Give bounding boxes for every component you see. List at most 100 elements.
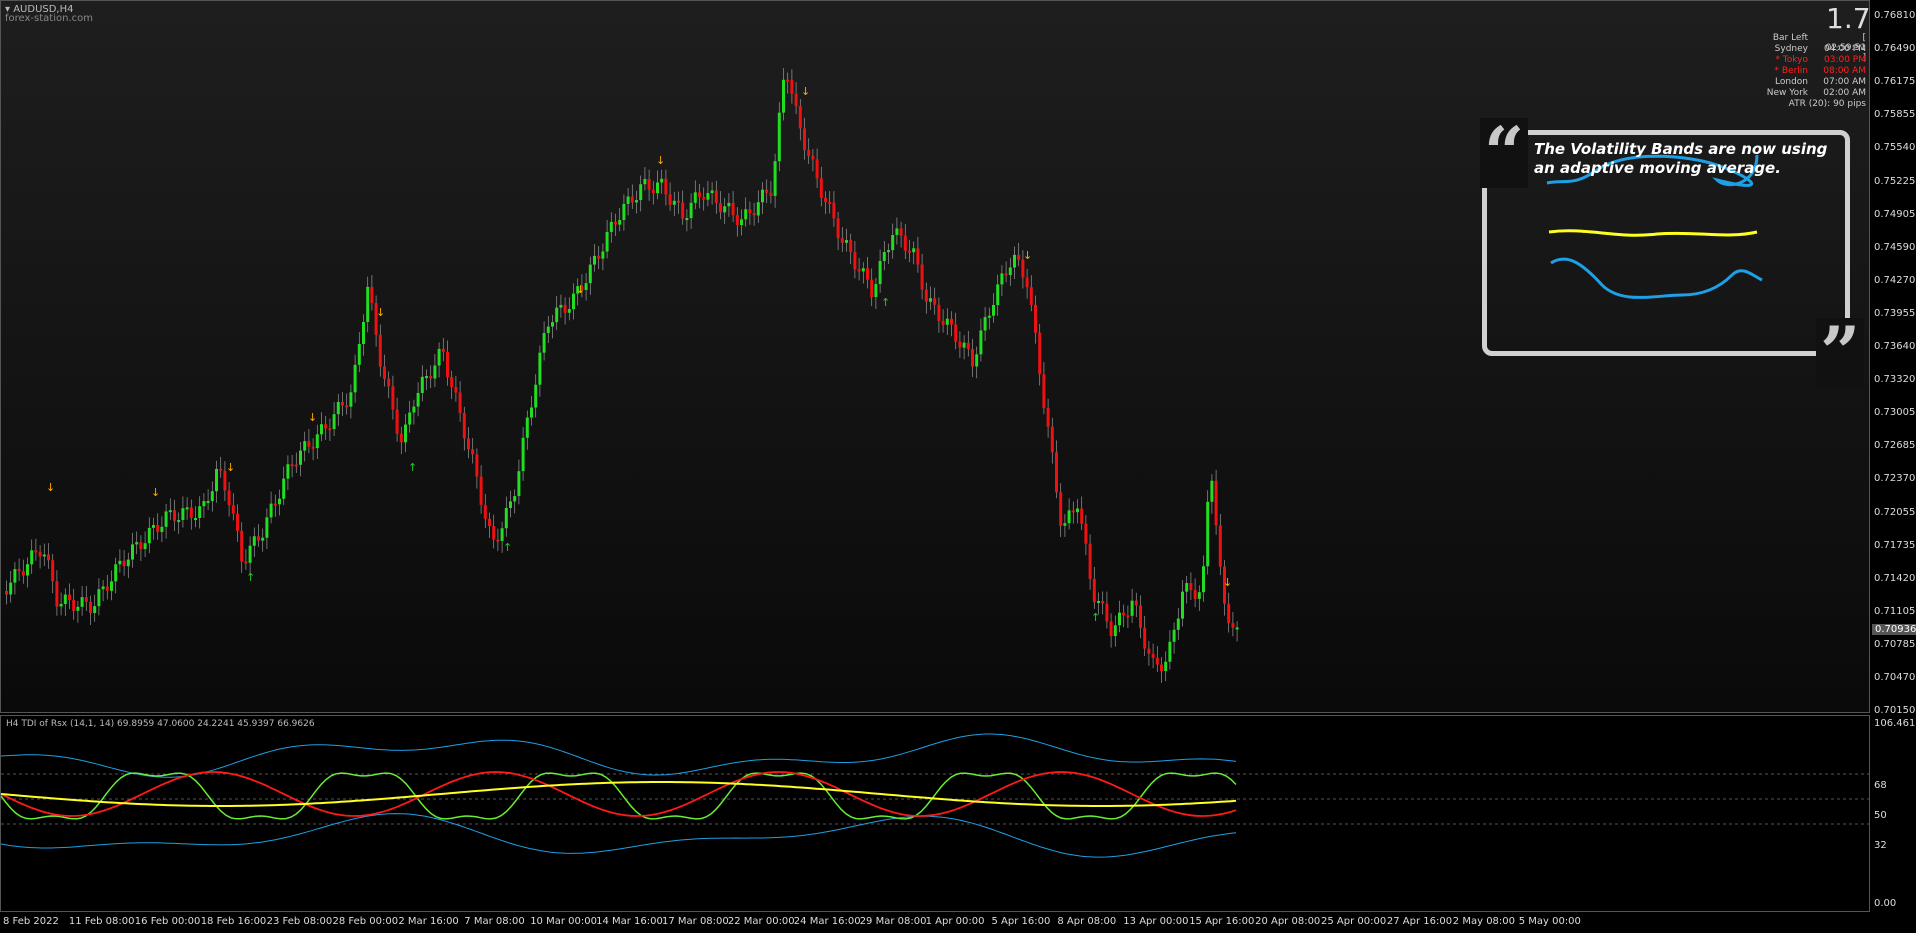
candle-body [945, 318, 949, 325]
watermark: forex-station.com [5, 13, 93, 24]
candle-body [458, 392, 462, 413]
candle-body [920, 264, 924, 290]
candle-body [496, 539, 500, 542]
candle-body [147, 527, 151, 544]
candle-body [656, 182, 659, 194]
candle-body [286, 464, 290, 479]
candle-body [416, 392, 420, 407]
candle-body [97, 589, 101, 607]
candle-body [1097, 600, 1100, 603]
candle-body [870, 279, 874, 298]
candle-body [412, 406, 416, 413]
candle-body [17, 569, 21, 572]
time-tick: 22 Mar 00:00 [727, 916, 795, 927]
candle-body [198, 506, 202, 518]
candle-body [114, 564, 118, 582]
candle-body [593, 255, 596, 265]
candle-body [1206, 501, 1210, 567]
candle-body [1139, 605, 1142, 628]
candle-body [903, 235, 907, 251]
candle-body [777, 112, 781, 162]
price-tick: 0.74590 [1874, 241, 1916, 253]
candle-body [567, 309, 571, 313]
candle-body [1017, 254, 1021, 260]
candle-body [769, 192, 773, 196]
candle-body [891, 234, 895, 251]
candle-body [55, 581, 59, 607]
candle-body [9, 582, 13, 595]
price-tick: 0.73005 [1874, 407, 1916, 419]
indicator-panel[interactable] [0, 715, 1871, 912]
candle-body [42, 554, 46, 557]
price-tick: 0.76490 [1874, 43, 1916, 55]
candle-body [639, 184, 643, 201]
candle-body [698, 192, 701, 197]
candle-body [105, 586, 109, 591]
candle-body [773, 161, 777, 196]
candle-body [143, 543, 147, 550]
candle-body [362, 321, 365, 344]
time-tick: 18 Feb 16:00 [200, 916, 267, 927]
candle-body [479, 476, 483, 505]
candle-body [866, 268, 869, 280]
callout-lower-band [1550, 257, 1763, 299]
session-value: 04:00 PM [1824, 44, 1866, 54]
candle-body [626, 196, 630, 204]
candle-body [1235, 627, 1239, 630]
candle-body [63, 594, 67, 604]
candle-body [975, 354, 979, 367]
candle-body [357, 343, 361, 365]
candle-body [954, 324, 958, 342]
candle-body [563, 304, 567, 313]
candle-body [420, 376, 424, 393]
time-tick: 23 Feb 08:00 [266, 916, 333, 927]
candle-body [714, 190, 718, 204]
price-tick: 0.73320 [1874, 374, 1916, 386]
price-tick: 0.71735 [1874, 539, 1916, 551]
candle-body [1218, 525, 1222, 567]
candle-body [811, 155, 815, 160]
candle-body [76, 606, 80, 611]
open-quote-icon: “ [1480, 118, 1529, 188]
price-chart[interactable]: ↓ ↓ ↓ ↓ ↓ ↓ ↓ ↓ ↓ ↓ ↑ ↑ ↑ ↑ ↑ [0, 0, 1870, 713]
tdi-indicator-plot [1, 733, 1871, 858]
candle-body [660, 178, 664, 183]
time-tick: 5 Apr 16:00 [991, 916, 1051, 927]
time-tick: 29 Mar 08:00 [859, 916, 927, 927]
callout-text: The Volatility Bands are now using an ad… [1534, 140, 1828, 177]
candle-body [278, 498, 281, 505]
time-tick: 28 Feb 00:00 [332, 916, 399, 927]
candle-body [996, 284, 1000, 305]
candle-body [38, 551, 42, 557]
candle-body [887, 250, 890, 253]
candle-body [1013, 254, 1016, 268]
candle-body [446, 351, 449, 378]
up-arrow-icon: ↑ [1091, 611, 1100, 624]
candle-body [1113, 625, 1117, 637]
candle-body [387, 378, 391, 387]
candle-body [467, 438, 470, 450]
candle-body [454, 387, 458, 393]
price-tick: 0.72685 [1874, 440, 1916, 452]
candle-body [34, 550, 38, 553]
candle-body [21, 571, 25, 576]
candle-body [425, 376, 428, 379]
down-arrow-icon: ↓ [226, 461, 235, 474]
price-tick: 0.73640 [1874, 341, 1916, 352]
candle-body [761, 189, 764, 203]
price-tick: 0.70150 [1874, 705, 1916, 717]
candle-body [215, 468, 218, 492]
candle-body [525, 417, 529, 438]
time-tick: 8 Apr 08:00 [1057, 916, 1117, 927]
candle-body [311, 446, 315, 449]
candle-body [383, 366, 386, 379]
candle-body [341, 402, 344, 406]
candle-body [748, 209, 752, 213]
candle-body [349, 392, 353, 407]
candle-body [391, 386, 395, 410]
candle-body [345, 405, 349, 408]
candle-body [1202, 566, 1205, 593]
candle-body [882, 252, 886, 261]
candle-body [227, 490, 231, 506]
candle-body [1126, 615, 1130, 618]
